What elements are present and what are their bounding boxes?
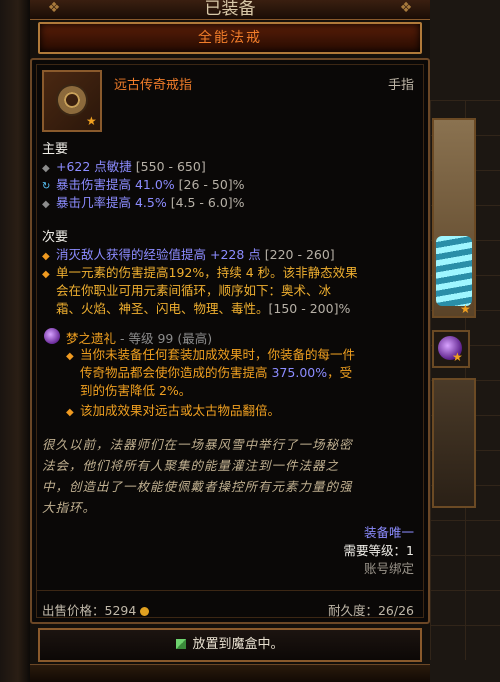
level-requirement: 需要等级：1 <box>343 543 414 558</box>
star-icon: ★ <box>460 302 471 316</box>
legacy-title: 梦之遗礼 - 等级 99 (最高) <box>66 331 213 346</box>
legacy-effect: ◆ 该加成效果对远古或太古物品翻倍。 <box>66 402 414 422</box>
lore-text: 很久以前，法器师们在一场暴风雪中举行了一场秘密 法会，他们将所有人聚集的能量灌注… <box>42 437 353 515</box>
secondary-stat-cont: 霜、火焰、神圣、闪电、物理、毒性。[150 - 200]% <box>56 301 351 316</box>
gold-coin-icon <box>140 607 150 616</box>
item-slot-type: 手指 <box>387 78 414 93</box>
primary-heading: 主要 <box>42 142 69 157</box>
item-type-name: 远古传奇戒指 <box>114 78 193 93</box>
equipped-label: 已装备 <box>204 0 256 19</box>
inventory-slot-weapon[interactable] <box>432 378 476 508</box>
secondary-stat-cont: 会在你职业可用元素间循环，顺序如下：奥术、冰 <box>56 283 332 298</box>
item-tooltip: ❖ 已装备 ❖ 全能法戒 ★ 远古传奇戒指 手指 主要 ◆ +622 点敏捷 [5… <box>30 0 430 682</box>
legacy-effect-cont: 传奇物品都会使你造成的伤害提高 375.00%，受 <box>80 365 353 380</box>
diamond-bullet-icon: ◆ <box>66 407 74 418</box>
diamond-bullet-icon: ◆ <box>42 269 50 280</box>
primary-stat: ◆ +622 点敏捷 [550 - 650] <box>42 159 206 174</box>
primary-stat: ↻ 暴击伤害提高 41.0% [26 - 50]% <box>42 177 245 192</box>
diamond-bullet-icon: ◆ <box>66 351 74 362</box>
place-in-cube-button[interactable]: 放置到魔盒中。 <box>38 628 422 662</box>
durability: 耐久度：26/26 <box>327 603 414 618</box>
divider <box>36 590 424 591</box>
secondary-stat: ◆ 单一元素的伤害提高192%，持续 4 秒。该非静态效果 <box>42 265 358 280</box>
diamond-bullet-icon: ◆ <box>42 163 50 174</box>
legacy-effect-cont: 到的伤害降低 2%。 <box>80 383 192 398</box>
ornament-icon: ❖ <box>399 0 413 16</box>
ancient-star-icon: ★ <box>86 114 97 128</box>
ring-icon <box>54 82 90 118</box>
primary-stat: ◆ 暴击几率提高 4.5% [4.5 - 6.0]% <box>42 195 245 210</box>
legacy-effect: ◆ 当你未装备任何套装加成效果时，你装备的每一件 <box>66 346 414 366</box>
diamond-bullet-icon: ◆ <box>42 199 50 210</box>
bracer-item-icon[interactable] <box>436 236 472 306</box>
secondary-stat: ◆ 消灭敌人获得的经验值提高 +228 点 [220 - 260] <box>42 247 335 262</box>
secondary-heading: 次要 <box>42 230 69 245</box>
sell-price: 出售价格：5294 <box>42 600 150 619</box>
tooltip-bottom-frame <box>30 664 430 682</box>
account-bound: 账号绑定 <box>363 561 414 576</box>
item-icon-frame: ★ <box>42 70 102 132</box>
background-left <box>0 0 30 682</box>
legendary-gem-icon <box>44 328 60 344</box>
unique-equipped: 装备唯一 <box>363 525 414 540</box>
item-title-bar: 全能法戒 <box>38 22 422 54</box>
star-icon: ★ <box>452 350 463 364</box>
cube-icon <box>176 639 187 649</box>
tooltip-body: ★ 远古传奇戒指 手指 主要 ◆ +622 点敏捷 [550 - 650] ↻ 暴击… <box>30 58 430 624</box>
tooltip-header: ❖ 已装备 ❖ <box>30 0 430 20</box>
reroll-icon: ↻ <box>42 181 51 192</box>
item-name: 全能法戒 <box>198 30 262 46</box>
diamond-bullet-icon: ◆ <box>42 251 50 262</box>
